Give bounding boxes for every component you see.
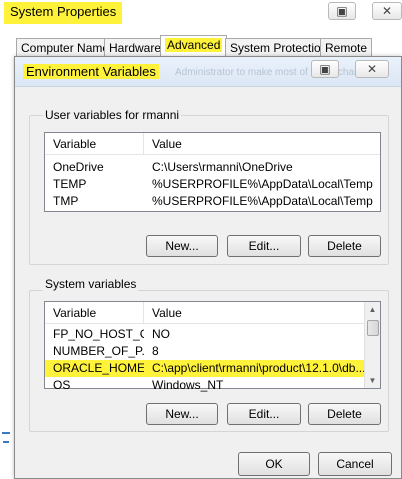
value-cell: Windows_NT <box>152 378 224 392</box>
table-row[interactable]: TEMP %USERPROFILE%\AppData\Local\Temp <box>45 176 380 193</box>
background-hint-text: Administrator to make most of these chan… <box>175 67 376 78</box>
restore-icon: ▣ <box>336 4 348 18</box>
variable-cell: TMP <box>53 194 79 208</box>
value-cell: %USERPROFILE%\AppData\Local\Temp <box>152 177 373 191</box>
close-icon: ✕ <box>366 62 378 76</box>
cancel-button[interactable]: Cancel <box>318 452 392 476</box>
table-row-highlighted[interactable]: ORACLE_HOME C:\app\client\rmanni\product… <box>45 360 364 377</box>
value-cell: %USERPROFILE%\AppData\Local\Temp <box>152 194 373 208</box>
table-row[interactable]: FP_NO_HOST_C... NO <box>45 326 364 343</box>
decorative-stroke <box>2 432 10 434</box>
user-variables-list[interactable]: Variable Value OneDrive C:\Users\rmanni\… <box>44 132 381 212</box>
user-edit-button[interactable]: Edit... <box>227 235 301 257</box>
tab-computer-name[interactable]: Computer Name <box>16 38 115 57</box>
system-edit-button[interactable]: Edit... <box>227 403 301 425</box>
column-header-value[interactable]: Value <box>144 133 380 154</box>
system-variables-list[interactable]: Variable Value FP_NO_HOST_C... NO NUMBER… <box>44 301 381 392</box>
value-cell: C:\app\client\rmanni\product\12.1.0\db..… <box>152 361 364 375</box>
environment-variables-dialog: Environment Variables Administrator to m… <box>14 56 402 479</box>
column-header-variable[interactable]: Variable <box>45 302 144 323</box>
decorative-stroke <box>3 441 9 443</box>
user-delete-button[interactable]: Delete <box>308 235 381 257</box>
tab-system-protection[interactable]: System Protection <box>225 38 333 57</box>
restore-icon: ▣ <box>319 62 331 76</box>
dialog-restore-button[interactable]: ▣ <box>311 60 339 78</box>
parent-window-edge <box>0 58 14 479</box>
scrollbar-thumb[interactable] <box>367 320 379 336</box>
column-header-value[interactable]: Value <box>144 302 364 323</box>
list-header: Variable Value <box>45 133 380 155</box>
vertical-scrollbar[interactable]: ▲ ▼ <box>364 302 380 388</box>
table-row[interactable]: OS Windows_NT <box>45 377 364 394</box>
variable-cell: OS <box>53 378 71 392</box>
value-cell: C:\Users\rmanni\OneDrive <box>152 160 293 174</box>
value-cell: NO <box>152 327 170 341</box>
variable-cell: ORACLE_HOME <box>53 361 144 375</box>
restore-button[interactable]: ▣ <box>328 2 356 20</box>
variable-cell: FP_NO_HOST_C... <box>53 327 144 341</box>
table-row[interactable]: TMP %USERPROFILE%\AppData\Local\Temp <box>45 193 380 210</box>
column-header-variable[interactable]: Variable <box>45 133 144 154</box>
variable-cell: OneDrive <box>53 160 104 174</box>
close-icon: ✕ <box>381 4 393 18</box>
value-cell: 8 <box>152 344 159 358</box>
table-row[interactable]: OneDrive C:\Users\rmanni\OneDrive <box>45 159 380 176</box>
system-variables-label: System variables <box>43 277 139 291</box>
list-header: Variable Value <box>45 302 364 324</box>
tab-remote[interactable]: Remote <box>320 38 373 57</box>
dialog-title: Environment Variables <box>23 64 159 79</box>
tab-hardware[interactable]: Hardware <box>104 38 167 57</box>
user-new-button[interactable]: New... <box>146 235 218 257</box>
system-new-button[interactable]: New... <box>146 403 218 425</box>
system-properties-title: System Properties <box>4 2 123 24</box>
scroll-down-icon[interactable]: ▼ <box>365 376 380 386</box>
system-delete-button[interactable]: Delete <box>308 403 381 425</box>
tab-advanced-label: Advanced <box>165 38 223 52</box>
close-button[interactable]: ✕ <box>372 2 402 20</box>
ok-button[interactable]: OK <box>238 452 310 476</box>
variable-cell: TEMP <box>53 177 87 191</box>
table-row[interactable]: NUMBER_OF_P... 8 <box>45 343 364 360</box>
user-variables-label: User variables for rmanni <box>43 108 182 122</box>
variable-cell: NUMBER_OF_P... <box>53 344 144 358</box>
dialog-close-button[interactable]: ✕ <box>355 60 389 78</box>
tab-advanced[interactable]: Advanced <box>160 35 228 57</box>
scroll-up-icon[interactable]: ▲ <box>365 305 380 315</box>
